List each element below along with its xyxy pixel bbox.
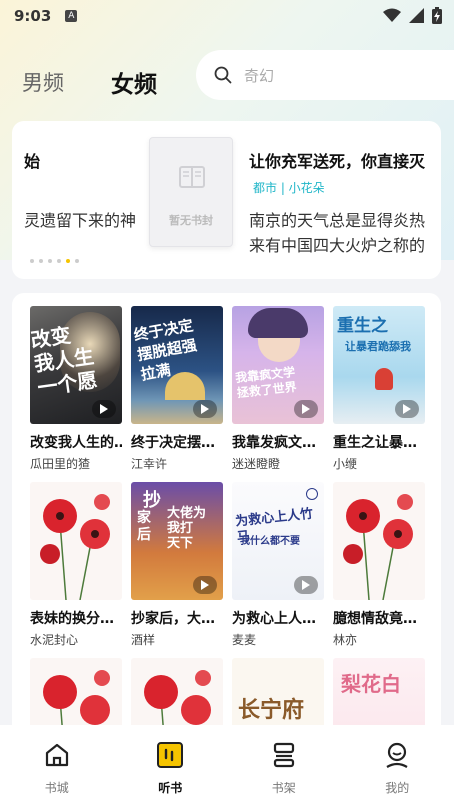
banner-book-cover[interactable]: 暂无书封 (149, 137, 233, 247)
poppy-flower-art (343, 494, 413, 600)
book-cover[interactable]: 梨花白 (333, 658, 425, 733)
play-icon (193, 576, 217, 594)
tab-profile[interactable]: 我的 (357, 725, 437, 807)
play-icon (395, 400, 419, 418)
book-item[interactable]: 我靠疯文学 拯救了世界 我靠发疯文… 迷迷瞪瞪 (232, 306, 324, 472)
carousel-indicator (30, 259, 79, 263)
tab-audiobook[interactable]: 听书 (130, 725, 210, 807)
bottom-tab-bar: 书城 听书 书架 我的 (0, 725, 454, 807)
banner-book-desc-2: 来有中国四大火炉之称的 (249, 236, 426, 255)
play-icon (193, 400, 217, 418)
book-cover[interactable]: 我靠疯文学 拯救了世界 (232, 306, 324, 424)
book-title: 终于决定摆… (131, 435, 215, 451)
poppy-flower-art (144, 670, 211, 733)
book-item[interactable]: 表妹的换分… 水泥封心 (30, 482, 122, 648)
status-time: 9:03 (14, 7, 52, 25)
tab-bookstore[interactable]: 书城 (17, 725, 97, 807)
book-item[interactable]: 为救心上人竹马 我什么都不要 为救心上人… 麦麦 (232, 482, 324, 648)
bookshelf-icon (273, 742, 294, 768)
book-cover-title: 长宁府 (238, 697, 305, 723)
carousel-dot (30, 259, 34, 263)
book-title: 重生之让暴… (333, 435, 417, 451)
book-item[interactable]: 抄 家后 大佬为 我打 天下 抄家后，大… 酒样 (131, 482, 223, 648)
banner-prev-title: 始 (24, 152, 41, 171)
book-cover[interactable] (131, 658, 223, 733)
no-cover-text: 暂无书封 (169, 214, 213, 227)
book-cover[interactable] (30, 658, 122, 733)
book-title: 我靠发疯文… (232, 435, 316, 451)
book-author: 迷迷瞪瞪 (232, 457, 281, 471)
book-cover[interactable] (30, 482, 122, 600)
banner-carousel[interactable]: 始 灵遗留下来的神 暂无书封 让你充军送死，你直接灭 都市 | 小花朵 南京的天… (12, 121, 441, 279)
book-item[interactable]: 重生之 让暴君跪舔我 重生之让暴… 小缏 (333, 306, 425, 472)
book-cover[interactable] (333, 482, 425, 600)
book-author: 水泥封心 (30, 633, 79, 647)
book-cover[interactable]: 终于决定 摆脱超强 拉满 (131, 306, 223, 424)
carousel-dot (48, 259, 52, 263)
tab-female[interactable]: 女频 (111, 65, 157, 99)
tab-label: 听书 (158, 781, 183, 795)
tab-label: 我的 (385, 781, 410, 795)
banner-book-title[interactable]: 让你充军送死，你直接灭 (249, 148, 425, 172)
carousel-dot-active (66, 259, 70, 263)
tab-label: 书架 (271, 781, 296, 795)
book-item[interactable] (30, 658, 122, 733)
poppy-flower-art (40, 494, 110, 600)
book-icon (179, 166, 205, 188)
book-author: 林亦 (333, 633, 358, 647)
profile-icon (386, 742, 408, 768)
status-icons (383, 7, 442, 24)
carousel-dot (75, 259, 79, 263)
book-cover[interactable]: 重生之 让暴君跪舔我 (333, 306, 425, 424)
book-cover[interactable]: 改变 我人生 一个愿 (30, 306, 122, 424)
book-author: 麦麦 (232, 633, 257, 647)
play-icon (294, 400, 318, 418)
book-item[interactable]: 臆想情敌竟… 林亦 (333, 482, 425, 648)
book-author: 瓜田里的猹 (30, 457, 91, 471)
signal-icon (409, 8, 424, 23)
carousel-dot (57, 259, 61, 263)
book-item[interactable]: 长宁府 (232, 658, 324, 733)
book-author: 小缏 (333, 457, 358, 471)
book-title: 表妹的换分… (30, 611, 114, 627)
status-bar: 9:03 A (0, 0, 454, 32)
battery-icon (432, 7, 442, 24)
tab-label: 书城 (44, 781, 69, 795)
audio-book-icon (157, 742, 184, 768)
book-title: 臆想情敌竟… (333, 611, 417, 627)
book-item[interactable]: 终于决定 摆脱超强 拉满 终于决定摆… 江幸许 (131, 306, 223, 472)
book-item[interactable]: 梨花白 (333, 658, 425, 733)
book-item[interactable]: 改变 我人生 一个愿 改变我人生的… 瓜田里的猹 (30, 306, 122, 472)
header: 男频 女频 奇幻 (0, 50, 454, 106)
banner-book-tag: 都市 | 小花朵 (253, 181, 325, 195)
book-cover[interactable]: 长宁府 (232, 658, 324, 733)
search-bar[interactable]: 奇幻 (196, 50, 454, 100)
wifi-icon (383, 8, 401, 22)
search-placeholder: 奇幻 (244, 66, 275, 85)
banner-prev-desc: 灵遗留下来的神 (24, 211, 137, 230)
notification-icon: A (65, 10, 78, 22)
book-cover-title: 梨花白 (341, 672, 401, 696)
book-cover[interactable]: 抄 家后 大佬为 我打 天下 (131, 482, 223, 600)
search-icon (214, 66, 232, 84)
poppy-flower-art (43, 670, 110, 733)
home-icon (45, 743, 68, 767)
book-title: 为救心上人… (232, 611, 316, 627)
tab-male[interactable]: 男频 (22, 67, 64, 97)
book-author: 江幸许 (131, 457, 168, 471)
play-icon (92, 400, 116, 418)
book-title: 抄家后，大… (131, 611, 215, 627)
book-grid: 改变 我人生 一个愿 改变我人生的… 瓜田里的猹 终于决定 摆脱超强 拉满 终于决定摆…… (12, 293, 441, 733)
play-icon (294, 576, 318, 594)
book-author: 酒样 (131, 633, 156, 647)
book-cover[interactable]: 为救心上人竹马 我什么都不要 (232, 482, 324, 600)
tab-bookshelf[interactable]: 书架 (244, 725, 324, 807)
banner-book-desc: 南京的天气总是显得炎热 (249, 211, 426, 230)
book-item[interactable] (131, 658, 223, 733)
carousel-dot (39, 259, 43, 263)
book-title: 改变我人生的… (30, 435, 122, 451)
